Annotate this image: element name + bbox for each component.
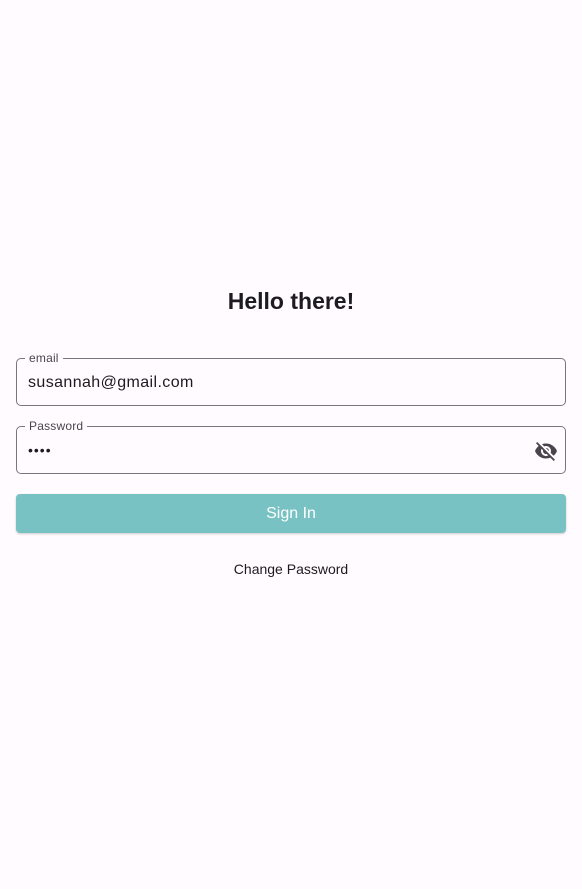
email-field[interactable]: email susannah@gmail.com — [16, 351, 566, 406]
change-password-link[interactable]: Change Password — [0, 561, 582, 577]
visibility-off-icon[interactable] — [534, 439, 558, 463]
page-title: Hello there! — [227, 288, 355, 314]
password-field-label: Password — [25, 419, 88, 433]
password-field[interactable]: Password •••• — [16, 419, 566, 474]
password-field-value[interactable]: •••• — [28, 440, 52, 460]
sign-in-button[interactable]: Sign In — [16, 494, 566, 533]
email-field-label: email — [25, 351, 63, 365]
email-field-value[interactable]: susannah@gmail.com — [28, 373, 194, 393]
